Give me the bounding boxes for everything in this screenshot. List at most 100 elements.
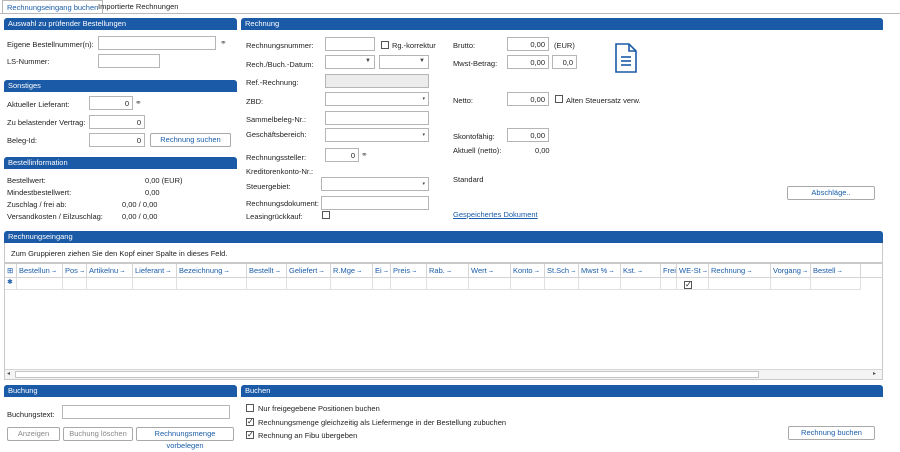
grid-cell[interactable] [811, 278, 861, 290]
grid-cell[interactable] [247, 278, 287, 290]
column-header-artikelnu[interactable]: Artikelnu ⊸ [87, 264, 133, 278]
grid-cell[interactable] [331, 278, 373, 290]
rg-korrektur-checkbox[interactable] [381, 41, 389, 49]
column-filter-icon[interactable]: ⊸ [357, 269, 361, 275]
column-header-rab-[interactable]: Rab. ⊸ [427, 264, 469, 278]
column-filter-icon[interactable]: ⊸ [838, 269, 842, 275]
rechnungsnummer-input[interactable] [325, 37, 375, 51]
scrollbar-thumb[interactable] [15, 371, 759, 378]
grid-cell[interactable] [661, 278, 677, 290]
column-header-pos[interactable]: Pos ⊸ [63, 264, 87, 278]
grid-cell[interactable] [579, 278, 621, 290]
grid-cell[interactable] [391, 278, 427, 290]
gespeichertes-dokument-link[interactable]: Gespeichertes Dokument [453, 210, 538, 219]
leasingrueckkauf-checkbox[interactable] [322, 211, 330, 219]
column-filter-icon[interactable]: ⊸ [571, 269, 575, 275]
mwst-rate-input[interactable] [552, 55, 577, 69]
grid-cell[interactable] [545, 278, 579, 290]
column-filter-icon[interactable]: ⊸ [319, 269, 323, 275]
column-filter-icon[interactable]: ⊸ [276, 269, 280, 275]
horizontal-scrollbar[interactable]: ◂ ▸ [5, 369, 882, 379]
grid-cell[interactable] [287, 278, 331, 290]
column-filter-icon[interactable]: ⊸ [747, 269, 751, 275]
grid-cell[interactable] [511, 278, 545, 290]
column-filter-icon[interactable]: ⊸ [489, 269, 493, 275]
column-header-bestellt[interactable]: Bestellt ⊸ [247, 264, 287, 278]
frei-checkbox[interactable] [684, 280, 692, 289]
brutto-input[interactable] [507, 37, 549, 51]
grid-cell[interactable] [709, 278, 771, 290]
column-header-wert[interactable]: Wert ⊸ [469, 264, 511, 278]
skontofaehig-input[interactable] [507, 128, 549, 142]
buchungstext-input[interactable] [62, 405, 230, 419]
fibu-uebergeben-checkbox[interactable] [246, 430, 254, 439]
column-filter-icon[interactable]: ⊸ [384, 269, 388, 275]
grid-cell[interactable] [177, 278, 247, 290]
column-header-bestellun[interactable]: Bestellun ⊸ [17, 264, 63, 278]
column-filter-icon[interactable]: ⊸ [224, 269, 228, 275]
netto-input[interactable] [507, 92, 549, 106]
column-header-r-mge[interactable]: R.Mge ⊸ [331, 264, 373, 278]
lieferant-input[interactable] [89, 96, 133, 110]
column-filter-icon[interactable]: ⊸ [535, 269, 539, 275]
rechnungsdatum-select[interactable]: ▼ [325, 55, 375, 69]
column-header-geliefert[interactable]: Geliefert ⊸ [287, 264, 331, 278]
rechnungsdokument-input[interactable] [321, 196, 429, 210]
column-header-konto[interactable]: Konto ⊸ [511, 264, 545, 278]
grid-cell[interactable] [87, 278, 133, 290]
sammelbeleg-input[interactable] [325, 111, 429, 125]
tab-importierte-rechnungen[interactable]: Importierte Rechnungen [94, 0, 182, 13]
buchungsdatum-select[interactable]: ▼ [379, 55, 429, 69]
group-by-panel[interactable]: Zum Gruppieren ziehen Sie den Kopf einer… [4, 243, 883, 263]
vertrag-input[interactable] [89, 115, 145, 129]
new-row-indicator[interactable]: ✱ [5, 278, 17, 290]
grid-cell[interactable] [469, 278, 511, 290]
rechnung-buchen-button[interactable]: Rechnung buchen [788, 426, 875, 440]
mwst-betrag-input[interactable] [507, 55, 549, 69]
grid-cell[interactable] [621, 278, 661, 290]
column-filter-icon[interactable]: ⊸ [703, 269, 707, 275]
column-header-bezeichnung[interactable]: Bezeichnung ⊸ [177, 264, 247, 278]
rechnungseingang-grid[interactable]: ⊞ Bestellun ⊸ Pos ⊸ Artikelnu ⊸ Lieferant ⊸ Beze… [4, 263, 883, 380]
anzeigen-button[interactable]: Anzeigen [7, 427, 60, 441]
column-header-ei[interactable]: Ei ⊸ [373, 264, 391, 278]
grid-cell[interactable] [63, 278, 87, 290]
column-filter-icon[interactable]: ⊸ [609, 269, 613, 275]
column-header-bestell[interactable]: Bestell ⊸ [811, 264, 861, 278]
column-header-rechnung[interactable]: Rechnung ⊸ [709, 264, 771, 278]
geschaeftsbereich-select[interactable]: ▾ [325, 128, 429, 142]
column-header-lieferant[interactable]: Lieferant ⊸ [133, 264, 177, 278]
steuergebiet-select[interactable]: ▾ [321, 177, 429, 191]
liefermenge-zubuchen-checkbox[interactable] [246, 417, 254, 426]
scroll-right-icon[interactable]: ▸ [873, 370, 876, 377]
column-filter-icon[interactable]: ⊸ [638, 269, 642, 275]
column-header-mwst-[interactable]: Mwst % ⊸ [579, 264, 621, 278]
grid-cell[interactable] [373, 278, 391, 290]
rechnungssteller-input[interactable] [325, 148, 359, 162]
rechnung-suchen-button[interactable]: Rechnung suchen [150, 133, 231, 147]
beleg-id-input[interactable] [89, 133, 145, 147]
column-header-frei[interactable]: Frei⊸ [661, 264, 677, 278]
grid-cell[interactable] [677, 278, 709, 290]
grid-settings-icon[interactable]: ⊞ [5, 264, 17, 278]
abschlaege-button[interactable]: Abschläge.. [787, 186, 875, 200]
binoculars-icon[interactable]: ⚭ [135, 98, 142, 107]
document-icon[interactable] [614, 43, 638, 73]
column-header-st-sch[interactable]: St.Sch ⊸ [545, 264, 579, 278]
column-header-kst-[interactable]: Kst. ⊸ [621, 264, 661, 278]
bestellnummer-input[interactable] [98, 36, 216, 50]
column-header-vorgang[interactable]: Vorgang ⊸ [771, 264, 811, 278]
grid-cell[interactable] [771, 278, 811, 290]
zbd-select[interactable]: ▾ [325, 92, 429, 106]
grid-cell[interactable] [17, 278, 63, 290]
tab-rechnungseingang-buchen[interactable]: Rechnungseingang buchen [2, 0, 104, 13]
column-filter-icon[interactable]: ⊸ [166, 269, 170, 275]
buchung-loeschen-button[interactable]: Buchung löschen [63, 427, 133, 441]
grid-cell[interactable] [427, 278, 469, 290]
scroll-left-icon[interactable]: ◂ [7, 370, 10, 377]
column-filter-icon[interactable]: ⊸ [412, 269, 416, 275]
ls-nummer-input[interactable] [98, 54, 160, 68]
column-filter-icon[interactable]: ⊸ [447, 269, 451, 275]
alten-steuersatz-checkbox[interactable] [555, 95, 563, 103]
column-filter-icon[interactable]: ⊸ [803, 269, 807, 275]
